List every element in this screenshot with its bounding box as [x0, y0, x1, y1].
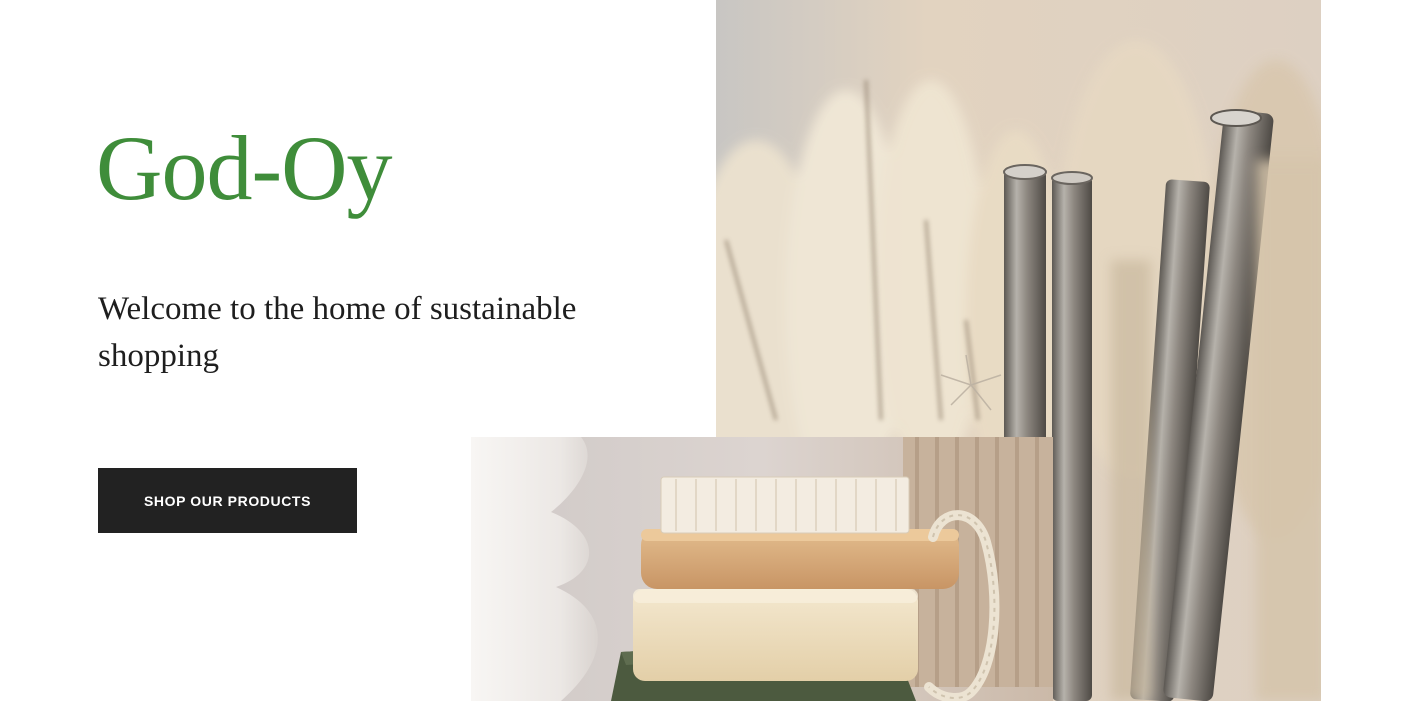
hero-tagline: Welcome to the home of sustainable shopp… — [98, 291, 577, 374]
shop-products-button[interactable]: SHOP OUR PRODUCTS — [98, 468, 357, 533]
hero-section: God-Oy Welcome to the home of sustainabl… — [0, 0, 1409, 701]
soap-nailbrush-photo — [471, 437, 1053, 701]
brand-title: God-Oy — [96, 117, 393, 219]
